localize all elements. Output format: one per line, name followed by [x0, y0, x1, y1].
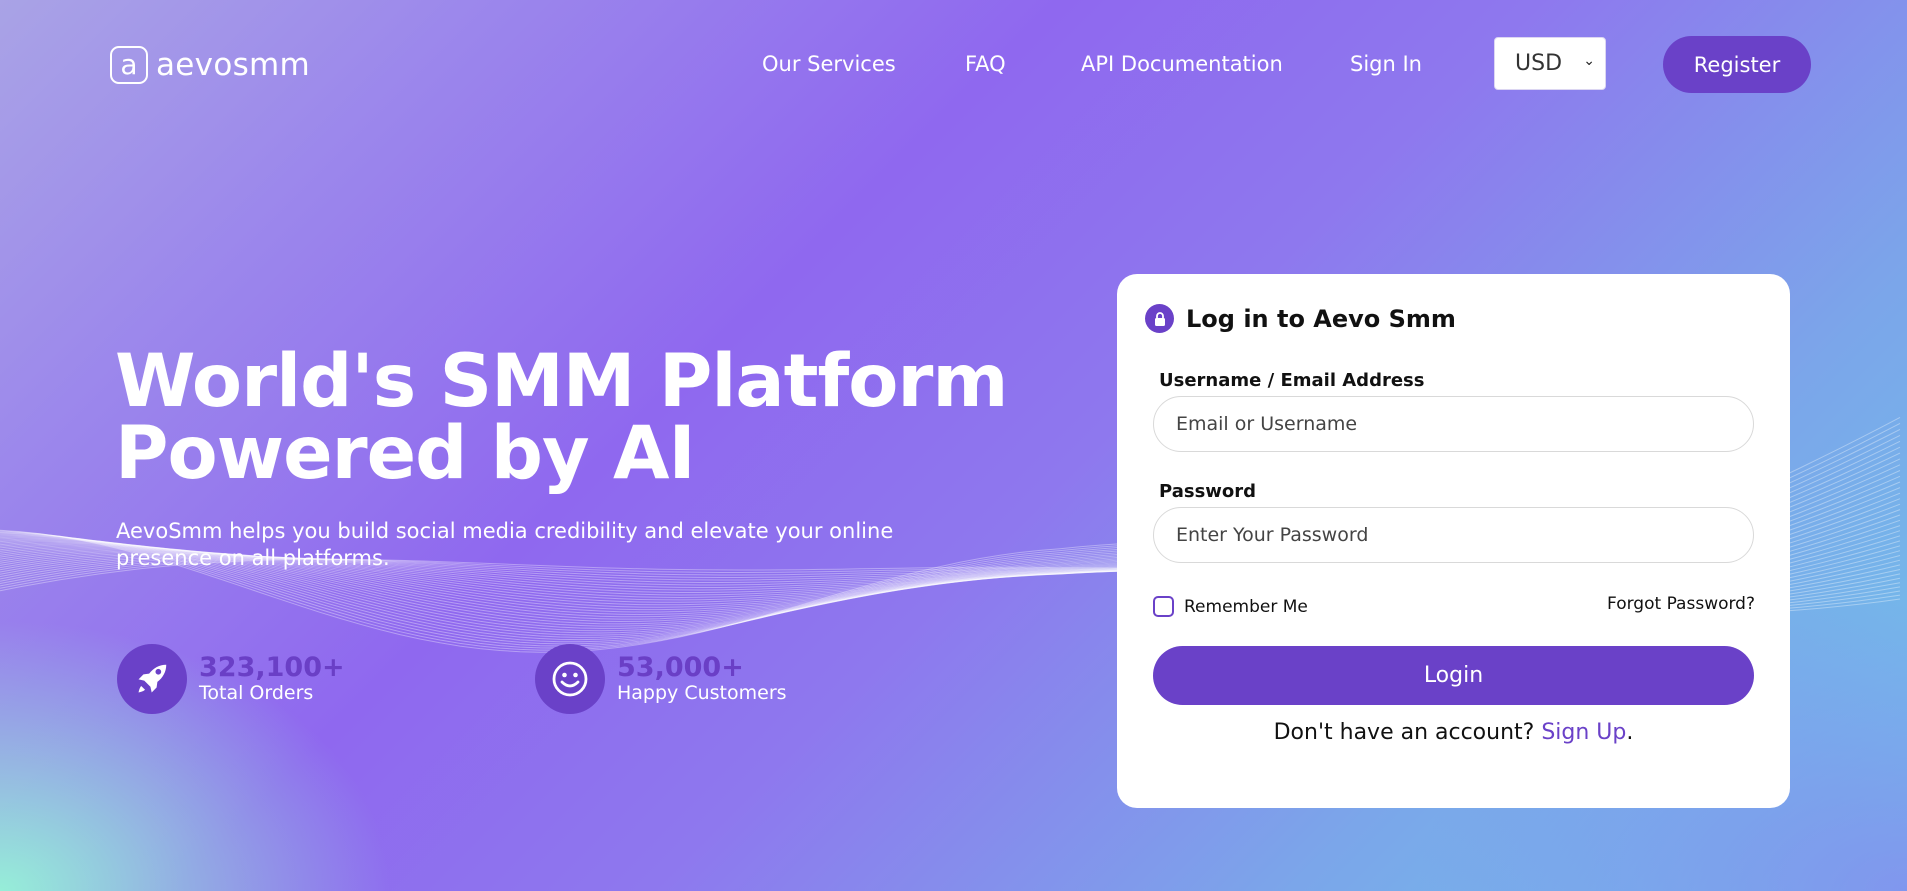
login-card: Log in to Aevo Smm Username / Email Addr…: [1117, 274, 1790, 808]
nav-sign-in[interactable]: Sign In: [1350, 52, 1422, 76]
remember-me-checkbox[interactable]: [1153, 596, 1174, 617]
hero-title-line-1: World's SMM Platform: [115, 339, 1008, 424]
remember-me[interactable]: Remember Me: [1153, 596, 1308, 617]
username-label: Username / Email Address: [1159, 370, 1425, 391]
register-button[interactable]: Register: [1663, 36, 1811, 93]
rocket-icon: [117, 644, 187, 714]
lock-icon: [1145, 304, 1174, 333]
brand-logo[interactable]: a aevosmm: [110, 46, 310, 84]
stat-value: 53,000+: [617, 652, 744, 683]
hero-subtitle: AevoSmm helps you build social media cre…: [116, 518, 936, 572]
currency-value: USD: [1515, 51, 1563, 76]
brand-name: aevosmm: [156, 47, 311, 83]
stat-label: Total Orders: [199, 682, 314, 704]
signup-prompt: Don't have an account? Sign Up.: [1117, 720, 1790, 745]
hero-subtitle-line-2: presence on all platforms.: [116, 546, 390, 570]
username-input[interactable]: Email or Username: [1153, 396, 1754, 452]
stat-label: Happy Customers: [617, 682, 787, 704]
top-header: a aevosmm Our Services FAQ API Documenta…: [0, 0, 1907, 128]
password-placeholder: Enter Your Password: [1176, 524, 1369, 546]
stat-total-orders: 323,100+ Total Orders: [117, 644, 345, 714]
logo-icon: a: [110, 46, 148, 84]
signup-link[interactable]: Sign Up: [1541, 720, 1626, 745]
currency-select[interactable]: USD ⌄: [1494, 37, 1606, 90]
username-placeholder: Email or Username: [1176, 413, 1358, 435]
password-input[interactable]: Enter Your Password: [1153, 507, 1754, 563]
nav-api-documentation[interactable]: API Documentation: [1081, 52, 1283, 76]
hero-subtitle-line-1: AevoSmm helps you build social media cre…: [116, 519, 894, 543]
smiley-icon: [535, 644, 605, 714]
stat-value: 323,100+: [199, 652, 345, 683]
login-title: Log in to Aevo Smm: [1186, 304, 1456, 333]
signup-period: .: [1626, 720, 1634, 745]
hero-title-line-2: Powered by AI: [115, 411, 696, 496]
stat-happy-customers: 53,000+ Happy Customers: [535, 644, 787, 714]
nav-faq[interactable]: FAQ: [965, 52, 1006, 76]
signup-prompt-text: Don't have an account?: [1273, 720, 1542, 745]
nav-our-services[interactable]: Our Services: [762, 52, 896, 76]
chevron-down-icon: ⌄: [1583, 53, 1595, 69]
login-button[interactable]: Login: [1153, 646, 1754, 705]
hero-title: World's SMM Platform Powered by AI: [115, 339, 1008, 496]
forgot-password-link[interactable]: Forgot Password?: [1607, 594, 1755, 614]
password-label: Password: [1159, 481, 1257, 502]
remember-me-label: Remember Me: [1184, 596, 1308, 617]
login-card-header: Log in to Aevo Smm: [1145, 304, 1456, 333]
